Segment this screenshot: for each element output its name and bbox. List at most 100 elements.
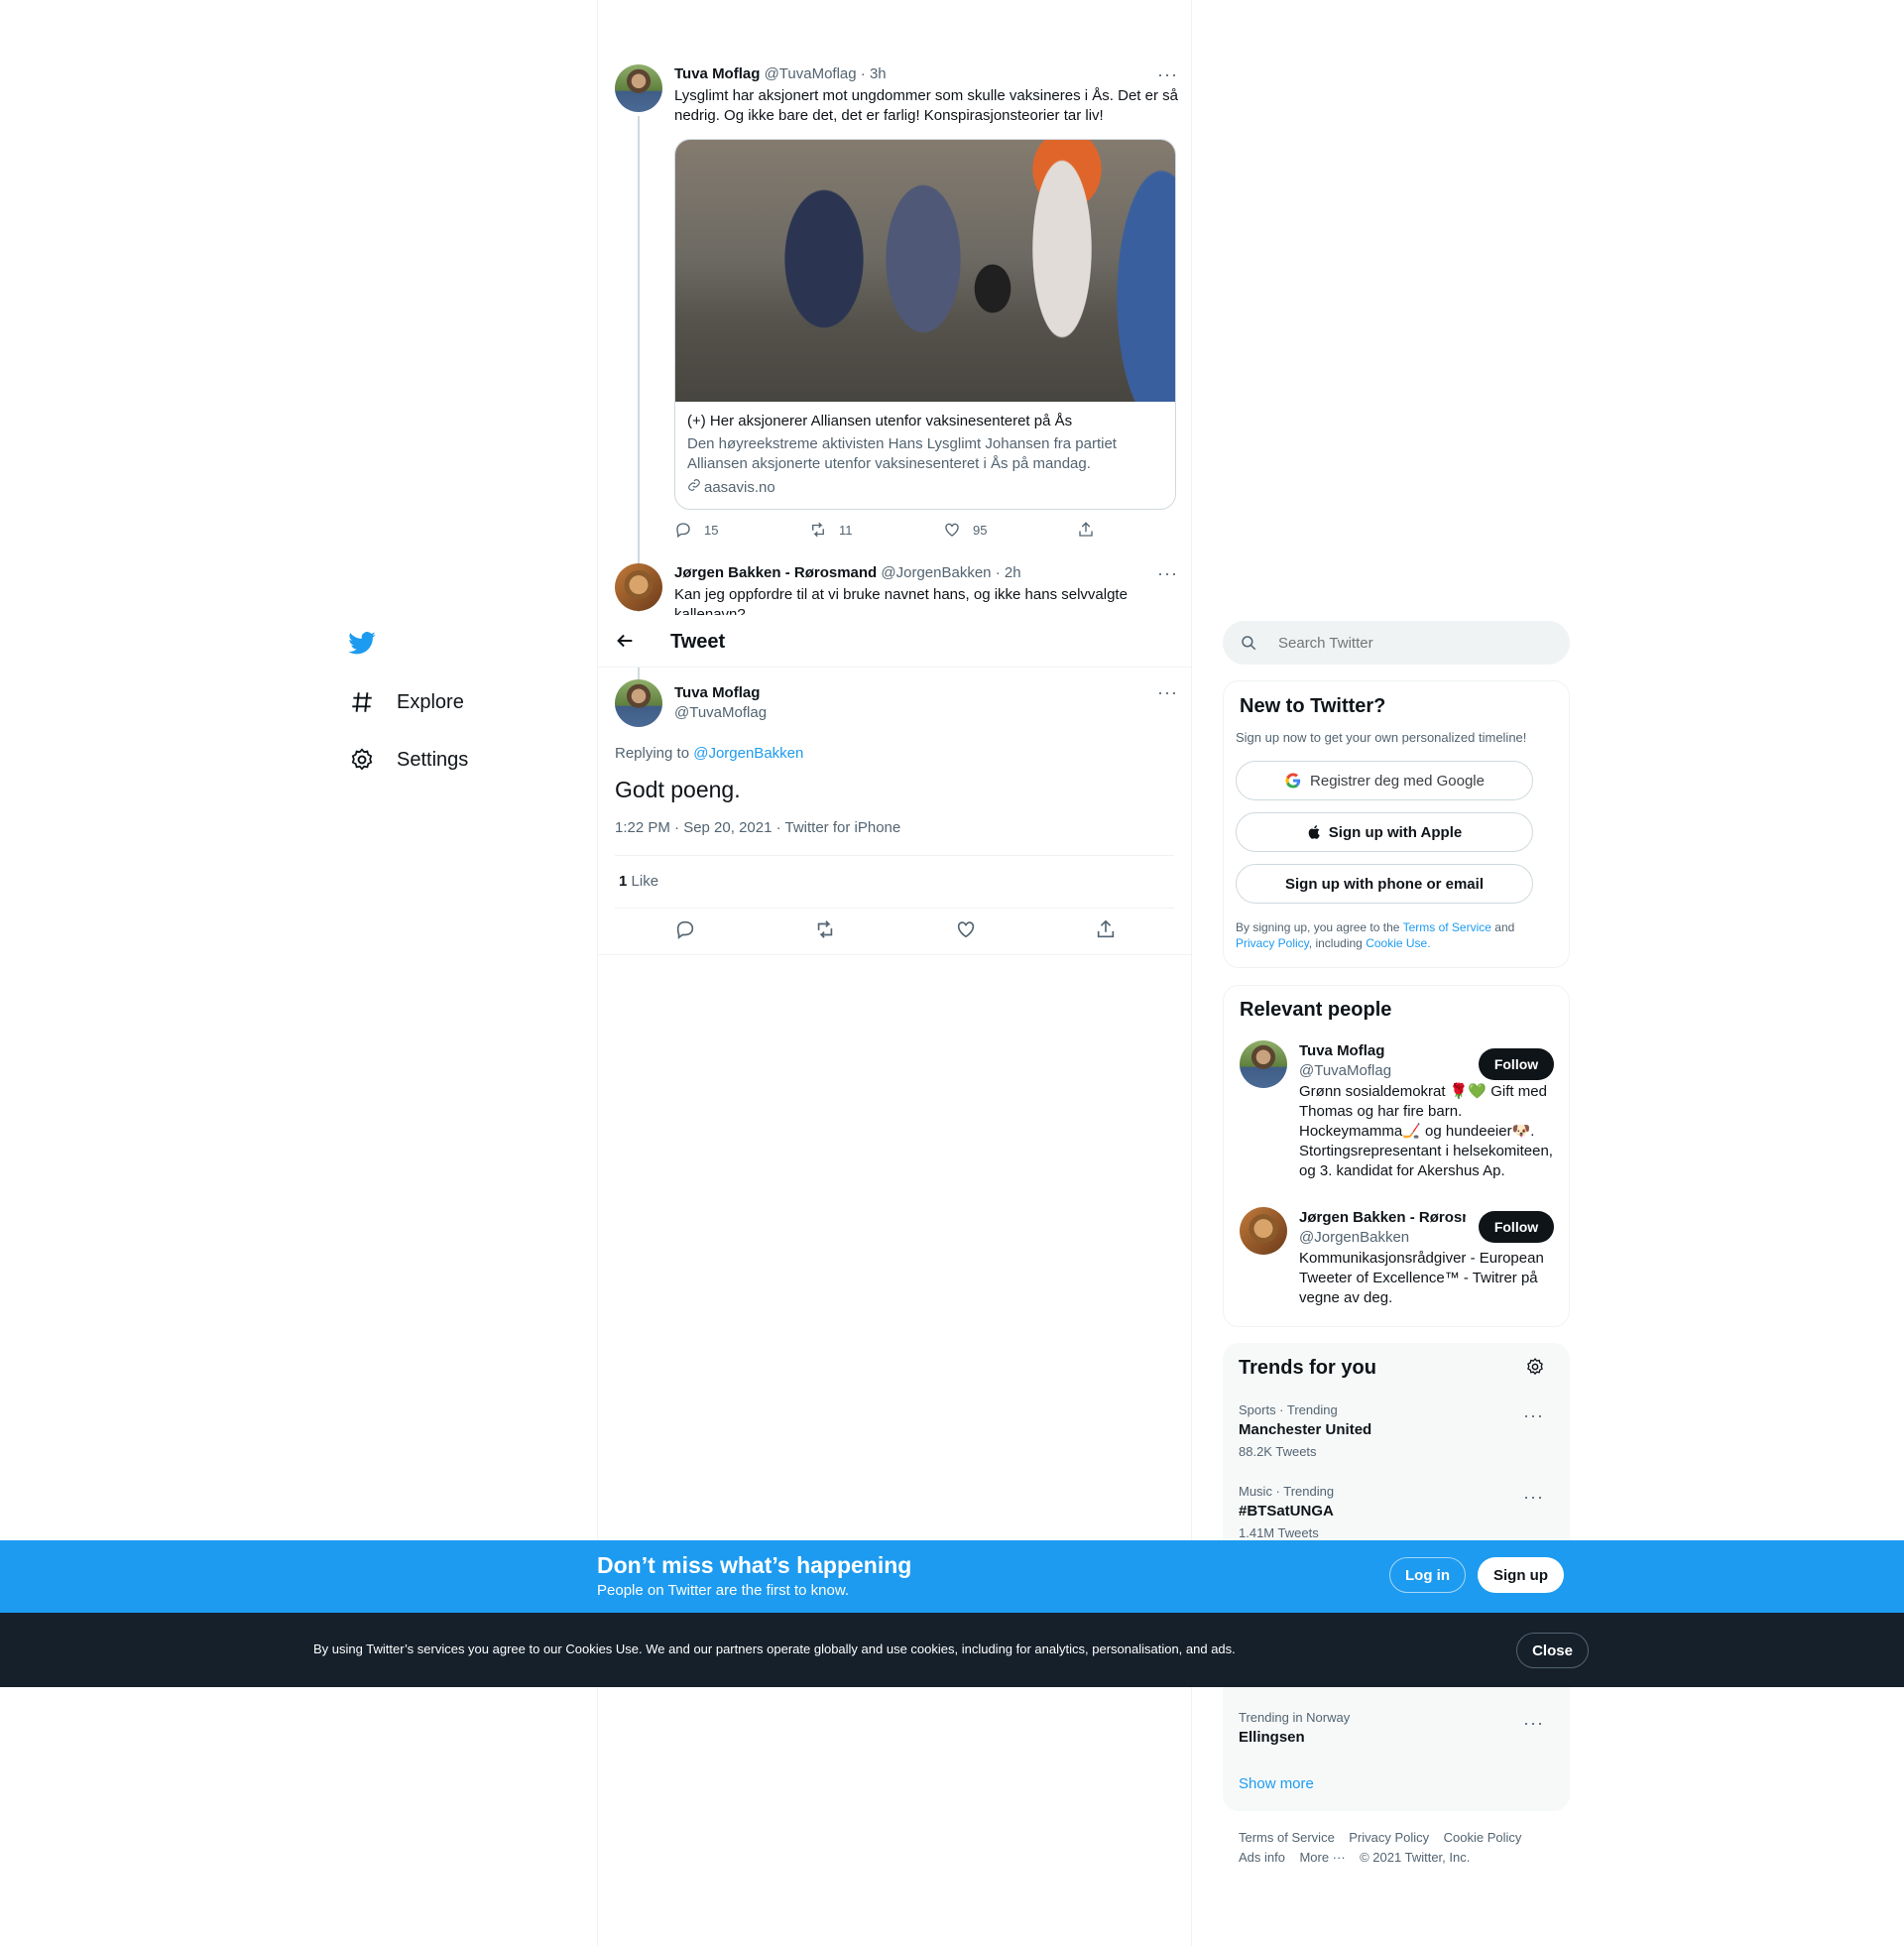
person-bio-line: Kommunikasjonsrådgiver - European — [1299, 1250, 1544, 1267]
more-options-icon[interactable]: ··· — [1523, 1488, 1544, 1506]
tweet-meta[interactable]: 1:22 PM · Sep 20, 2021 · Twitter for iPh… — [615, 819, 900, 836]
more-options-icon[interactable]: ··· — [1157, 564, 1178, 582]
relevant-people-panel: Relevant people Tuva Moflag @TuvaMoflag … — [1223, 985, 1570, 1327]
avatar[interactable] — [615, 679, 662, 727]
share-icon — [1097, 919, 1115, 938]
google-signup-button[interactable]: Registrer deg med Google — [1236, 761, 1533, 800]
person-name[interactable]: Jørgen Bakken - Rørosm — [1299, 1209, 1466, 1226]
author-handle[interactable]: @TuvaMoflag — [674, 704, 767, 721]
apple-icon — [1307, 823, 1323, 841]
person-bio-line: Thomas og har fire barn. — [1299, 1103, 1463, 1120]
search-box[interactable] — [1223, 621, 1570, 665]
person-bio-line: Hockeymamma🏒 og hundeeier🐶. — [1299, 1123, 1535, 1140]
reply-count: 15 — [704, 522, 719, 538]
cookie-text: By using Twitter’s services you agree to… — [313, 1642, 1236, 1656]
back-button[interactable] — [614, 630, 636, 657]
search-input[interactable] — [1278, 633, 1546, 653]
author-name[interactable]: Tuva Moflag — [674, 684, 760, 701]
gear-icon[interactable] — [1525, 1357, 1545, 1382]
follow-button[interactable]: Follow — [1479, 1211, 1554, 1243]
trend-name: Ellingsen — [1239, 1729, 1305, 1746]
author-name[interactable]: Jørgen Bakken - Rørosmand — [674, 564, 877, 581]
main-share-button[interactable] — [1095, 918, 1117, 945]
more-options-icon[interactable]: ··· — [1157, 683, 1178, 701]
thread-tweet[interactable]: Jørgen Bakken - Rørosmand @JorgenBakken … — [598, 555, 1193, 615]
back-arrow-icon — [617, 634, 633, 648]
signup-button[interactable]: Sign up — [1478, 1557, 1564, 1593]
footer-privacy-link[interactable]: Privacy Policy — [1349, 1830, 1429, 1845]
cookie-use-link[interactable]: Cookie Use. — [1366, 936, 1430, 950]
legal-text: By signing up, you agree to the Terms of… — [1236, 919, 1553, 951]
author-handle[interactable]: @TuvaMoflag — [765, 65, 857, 82]
tweet-actions: 15 11 95 — [674, 521, 1176, 545]
trend-item[interactable]: Sports · Trending Manchester United 88.2… — [1239, 1402, 1556, 1464]
avatar[interactable] — [615, 64, 662, 112]
trend-item[interactable]: Trending in Norway Ellingsen ··· — [1239, 1710, 1556, 1754]
thread-line — [638, 668, 640, 679]
author-handle[interactable]: @JorgenBakken — [881, 564, 991, 581]
twitter-logo[interactable] — [347, 629, 377, 664]
person-handle[interactable]: @TuvaMoflag — [1299, 1062, 1391, 1079]
cookie-close-button[interactable]: Close — [1516, 1633, 1589, 1668]
more-options-icon[interactable]: ··· — [1523, 1406, 1544, 1424]
trend-count: 1.41M Tweets — [1239, 1525, 1319, 1540]
tweet-text: Godt poeng. — [615, 777, 741, 802]
retweet-icon — [812, 522, 824, 538]
reply-button[interactable]: 15 — [674, 521, 718, 539]
link-card[interactable]: (+) Her aksjonerer Alliansen utenfor vak… — [674, 139, 1176, 510]
retweet-icon — [817, 920, 833, 938]
tweet-time[interactable]: · 2h — [996, 564, 1021, 581]
gear-icon — [347, 745, 377, 775]
replying-to-handle[interactable]: @JorgenBakken — [693, 745, 803, 762]
google-signup-label: Registrer deg med Google — [1310, 772, 1485, 790]
tweet-time[interactable]: · 3h — [861, 65, 887, 82]
author-name[interactable]: Tuva Moflag — [674, 65, 760, 82]
main-reply-button[interactable] — [674, 918, 696, 945]
like-total-label: Like — [631, 873, 659, 890]
login-button[interactable]: Log in — [1389, 1557, 1466, 1593]
heart-icon — [945, 523, 959, 537]
person-card[interactable]: Jørgen Bakken - Rørosm @JorgenBakken Fol… — [1224, 1207, 1569, 1316]
avatar[interactable] — [1240, 1207, 1287, 1255]
footer-terms-link[interactable]: Terms of Service — [1239, 1830, 1335, 1845]
trend-item[interactable]: Music · Trending #BTSatUNGA 1.41M Tweets… — [1239, 1484, 1556, 1545]
more-options-icon[interactable]: ··· — [1157, 65, 1178, 83]
trend-category: Trending in Norway — [1239, 1710, 1351, 1725]
show-more-link[interactable]: Show more — [1239, 1775, 1314, 1792]
main-like-button[interactable] — [955, 918, 977, 945]
thread-line — [638, 116, 640, 612]
phone-signup-button[interactable]: Sign up with phone or email — [1236, 864, 1533, 904]
heart-icon — [957, 921, 975, 938]
follow-button[interactable]: Follow — [1479, 1048, 1554, 1080]
nav-settings[interactable]: Settings — [347, 745, 468, 775]
thread-tweet[interactable]: Tuva Moflag @TuvaMoflag · 3h ··· Lysglim… — [598, 60, 1193, 612]
share-button[interactable] — [1077, 521, 1095, 542]
more-options-icon[interactable]: ··· — [1523, 1714, 1544, 1732]
footer-cookie-link[interactable]: Cookie Policy — [1444, 1830, 1522, 1845]
twitter-bird-icon — [348, 632, 376, 655]
footer-more-link[interactable]: More ··· — [1299, 1850, 1345, 1865]
avatar[interactable] — [615, 563, 662, 611]
trend-category: Sports · Trending — [1239, 1402, 1338, 1417]
terms-link[interactable]: Terms of Service — [1403, 920, 1491, 934]
likes-stat[interactable]: 1 Like — [619, 873, 658, 890]
privacy-link[interactable]: Privacy Policy — [1236, 936, 1309, 950]
banner-subtitle: People on Twitter are the first to know. — [597, 1582, 850, 1599]
person-handle[interactable]: @JorgenBakken — [1299, 1229, 1409, 1246]
apple-signup-label: Sign up with Apple — [1328, 823, 1463, 841]
avatar[interactable] — [1240, 1040, 1287, 1088]
person-card[interactable]: Tuva Moflag @TuvaMoflag Follow Grønn sos… — [1224, 1040, 1569, 1199]
legal-including: , including — [1308, 936, 1363, 950]
nav-explore[interactable]: Explore — [347, 687, 464, 717]
panel-subtitle: Sign up now to get your own personalized… — [1236, 730, 1527, 745]
retweet-button[interactable]: 11 — [809, 521, 853, 539]
apple-signup-button[interactable]: Sign up with Apple — [1236, 812, 1533, 852]
like-button[interactable]: 95 — [943, 521, 987, 539]
footer-ads-link[interactable]: Ads info — [1239, 1850, 1285, 1865]
divider — [615, 855, 1174, 856]
person-bio-line: Tweeter of Excellence™ - Twitrer på — [1299, 1270, 1538, 1286]
person-bio-line: Stortingsrepresentant i helsekomiteen, — [1299, 1143, 1553, 1159]
link-card-image[interactable] — [675, 140, 1175, 402]
main-retweet-button[interactable] — [814, 918, 836, 945]
person-name[interactable]: Tuva Moflag — [1299, 1042, 1384, 1059]
